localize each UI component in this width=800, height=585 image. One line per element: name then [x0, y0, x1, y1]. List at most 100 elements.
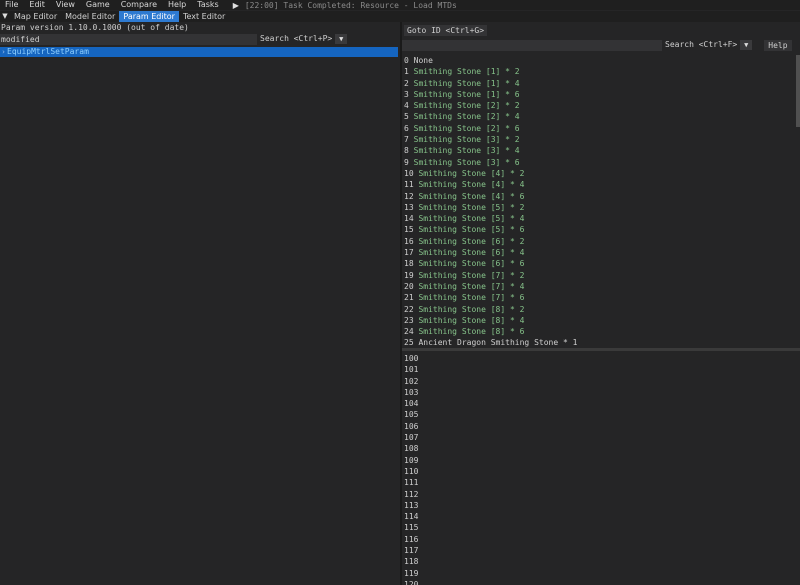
- menu-tasks[interactable]: Tasks: [192, 0, 224, 10]
- menu-edit[interactable]: Edit: [24, 0, 51, 10]
- row-search-input[interactable]: [402, 39, 662, 51]
- row-name: Smithing Stone [4] * 6: [418, 191, 525, 201]
- help-button[interactable]: Help: [764, 39, 792, 51]
- row-name: Smithing Stone [5] * 2: [418, 202, 525, 212]
- table-row[interactable]: 23 Smithing Stone [8] * 4: [404, 315, 794, 326]
- goto-id-button[interactable]: Goto ID <Ctrl+G>: [404, 25, 488, 36]
- editor-tab-bar: ▼ Map Editor Model Editor Param Editor T…: [0, 11, 800, 22]
- param-search-input[interactable]: modified: [0, 33, 257, 45]
- row-list-scrollbar[interactable]: [796, 55, 800, 127]
- table-row[interactable]: 17 Smithing Stone [6] * 4: [404, 247, 794, 258]
- table-row[interactable]: 0 None: [404, 55, 794, 66]
- row-id: 18: [404, 259, 414, 269]
- table-row[interactable]: 1 Smithing Stone [1] * 2: [404, 66, 794, 77]
- row-name: Smithing Stone [4] * 4: [418, 180, 525, 190]
- table-row[interactable]: 5 Smithing Stone [2] * 4: [404, 111, 794, 122]
- row-name: Smithing Stone [8] * 6: [418, 327, 525, 337]
- param-search-row: modified Search <Ctrl+P> ▼: [0, 33, 400, 45]
- table-row[interactable]: 10 Smithing Stone [4] * 2: [404, 168, 794, 179]
- row-name: Smithing Stone [4] * 2: [418, 168, 525, 178]
- row-id: 13: [404, 202, 414, 212]
- param-item-label: EquipMtrlSetParam: [7, 47, 89, 56]
- table-row[interactable]: 104: [404, 398, 794, 409]
- table-row[interactable]: 11 Smithing Stone [4] * 4: [404, 179, 794, 190]
- row-name: Smithing Stone [1] * 4: [413, 78, 520, 88]
- tab-map-editor[interactable]: Map Editor: [10, 11, 61, 22]
- table-row[interactable]: 12 Smithing Stone [4] * 6: [404, 191, 794, 202]
- table-row[interactable]: 110: [404, 466, 794, 477]
- row-name: Smithing Stone [8] * 2: [418, 304, 525, 314]
- menu-help[interactable]: Help: [163, 0, 192, 10]
- table-row[interactable]: 7 Smithing Stone [3] * 2: [404, 134, 794, 145]
- collapse-triangle-icon[interactable]: ▼: [0, 11, 10, 22]
- table-row[interactable]: 102: [404, 376, 794, 387]
- table-row[interactable]: 115: [404, 522, 794, 533]
- play-icon[interactable]: ▶: [233, 1, 239, 10]
- row-id: 1: [404, 67, 409, 77]
- table-row[interactable]: 101: [404, 364, 794, 375]
- row-name: Smithing Stone [3] * 4: [413, 146, 520, 156]
- table-row[interactable]: 105: [404, 409, 794, 420]
- param-version: Param version 1.10.0.1000 (out of date): [1, 23, 189, 32]
- table-row[interactable]: 116: [404, 534, 794, 545]
- row-id: 19: [404, 270, 414, 280]
- table-row[interactable]: 114: [404, 511, 794, 522]
- table-row[interactable]: 3 Smithing Stone [1] * 6: [404, 89, 794, 100]
- row-id: 12: [404, 191, 414, 201]
- table-row[interactable]: 22 Smithing Stone [8] * 2: [404, 304, 794, 315]
- table-row[interactable]: 109: [404, 455, 794, 466]
- table-row[interactable]: 118: [404, 556, 794, 567]
- chevron-right-icon: ›: [1, 48, 6, 56]
- table-row[interactable]: 24 Smithing Stone [8] * 6: [404, 326, 794, 337]
- table-row[interactable]: 108: [404, 443, 794, 454]
- row-name: Smithing Stone [8] * 4: [418, 315, 525, 325]
- horizontal-splitter[interactable]: [402, 348, 800, 351]
- table-row[interactable]: 103: [404, 387, 794, 398]
- row-name: Smithing Stone [2] * 2: [413, 101, 520, 111]
- table-row[interactable]: 117: [404, 545, 794, 556]
- tab-text-editor[interactable]: Text Editor: [179, 11, 229, 22]
- table-row[interactable]: 6 Smithing Stone [2] * 6: [404, 123, 794, 134]
- table-row[interactable]: 113: [404, 500, 794, 511]
- table-row[interactable]: 8 Smithing Stone [3] * 4: [404, 145, 794, 156]
- row-name: Smithing Stone [7] * 4: [418, 281, 525, 291]
- param-item-selected[interactable]: › EquipMtrlSetParam: [0, 47, 398, 57]
- row-id: 2: [404, 78, 409, 88]
- table-row[interactable]: 2 Smithing Stone [1] * 4: [404, 78, 794, 89]
- tab-model-editor[interactable]: Model Editor: [61, 11, 119, 22]
- table-row[interactable]: 119: [404, 568, 794, 579]
- row-id: 17: [404, 248, 414, 258]
- menu-file[interactable]: File: [0, 0, 24, 10]
- table-row[interactable]: 19 Smithing Stone [7] * 2: [404, 270, 794, 281]
- table-row[interactable]: 100: [404, 353, 794, 364]
- table-row[interactable]: 15 Smithing Stone [5] * 6: [404, 224, 794, 235]
- table-row[interactable]: 18 Smithing Stone [6] * 6: [404, 258, 794, 269]
- row-search-label: Search <Ctrl+F>: [665, 40, 738, 49]
- row-name: Smithing Stone [1] * 2: [413, 67, 520, 77]
- table-row[interactable]: 9 Smithing Stone [3] * 6: [404, 157, 794, 168]
- table-row[interactable]: 20 Smithing Stone [7] * 4: [404, 281, 794, 292]
- param-list-panel: Param version 1.10.0.1000 (out of date) …: [0, 22, 400, 585]
- row-name: Smithing Stone [2] * 4: [413, 112, 520, 122]
- row-list-panel: Goto ID <Ctrl+G> Search <Ctrl+F> ▼ Help …: [402, 22, 800, 585]
- row-search-row: Search <Ctrl+F> ▼ Help: [402, 39, 800, 51]
- menu-compare[interactable]: Compare: [116, 0, 163, 10]
- table-row[interactable]: 111: [404, 477, 794, 488]
- table-row[interactable]: 21 Smithing Stone [7] * 6: [404, 292, 794, 303]
- table-row[interactable]: 120: [404, 579, 794, 585]
- table-row[interactable]: 112: [404, 489, 794, 500]
- row-id: 22: [404, 304, 414, 314]
- param-search-dropdown-icon[interactable]: ▼: [335, 34, 348, 44]
- table-row[interactable]: 106: [404, 421, 794, 432]
- table-row[interactable]: 14 Smithing Stone [5] * 4: [404, 213, 794, 224]
- row-id: 20: [404, 281, 414, 291]
- menu-view[interactable]: View: [51, 0, 81, 10]
- tab-param-editor[interactable]: Param Editor: [119, 11, 179, 22]
- table-row[interactable]: 16 Smithing Stone [6] * 2: [404, 236, 794, 247]
- table-row[interactable]: 4 Smithing Stone [2] * 2: [404, 100, 794, 111]
- row-id: 10: [404, 168, 414, 178]
- row-search-dropdown-icon[interactable]: ▼: [740, 40, 753, 50]
- table-row[interactable]: 107: [404, 432, 794, 443]
- table-row[interactable]: 13 Smithing Stone [5] * 2: [404, 202, 794, 213]
- menu-game[interactable]: Game: [81, 0, 116, 10]
